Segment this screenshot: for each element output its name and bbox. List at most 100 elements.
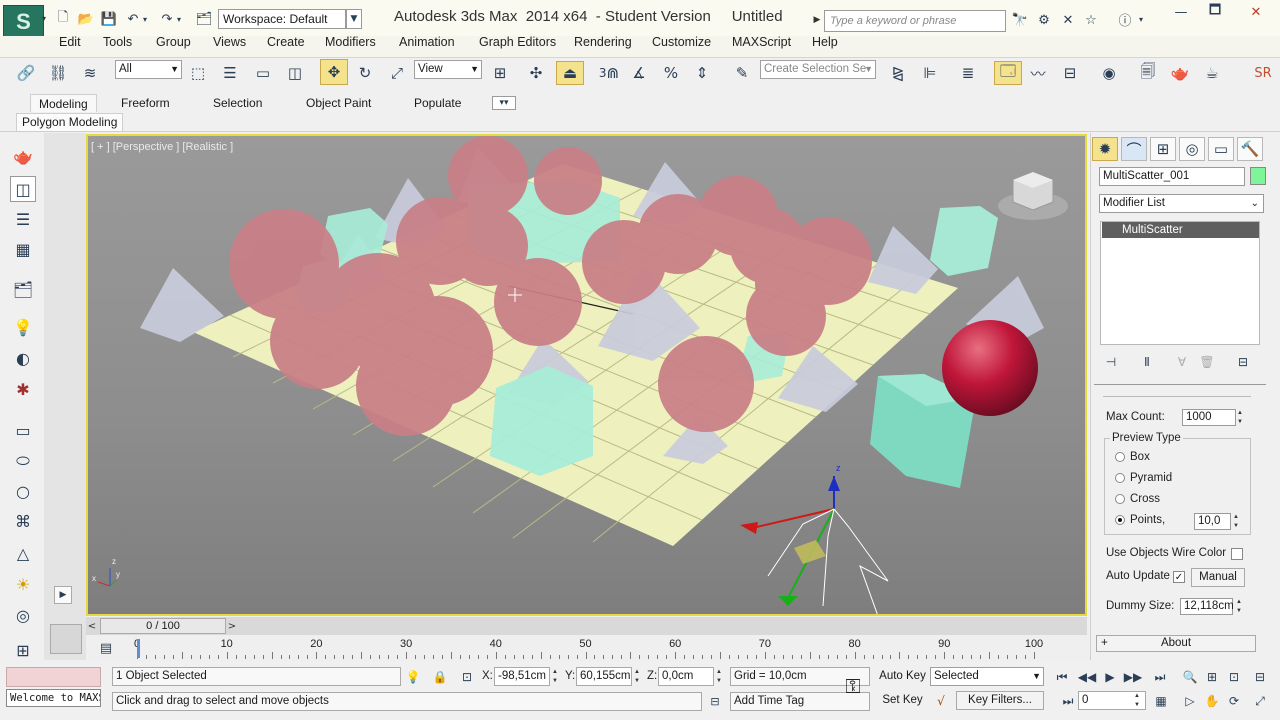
tab-selection[interactable]: Selection <box>205 94 270 112</box>
percent-snap-icon[interactable]: % <box>659 61 683 85</box>
menu-create[interactable]: Create <box>267 36 305 51</box>
select-and-move-icon[interactable]: ✥ <box>320 59 348 85</box>
hierarchy-panel-icon[interactable]: ⊞ <box>1150 137 1176 161</box>
schematic-view-icon[interactable]: ⊟ <box>1058 61 1082 85</box>
show-end-result-icon[interactable]: Ⅱ <box>1137 353 1157 371</box>
maximize-icon[interactable]: 🗖 <box>1200 3 1230 20</box>
zoom-extents-icon[interactable]: ⊡ <box>1224 668 1244 686</box>
favorites-star-icon[interactable]: ☆ <box>1081 12 1101 28</box>
selection-filter-dropdown[interactable]: All ▼ <box>115 60 182 79</box>
camera-sequencer-icon[interactable]: 🗂 <box>10 276 36 302</box>
preview-pyramid-radio[interactable] <box>1115 473 1125 483</box>
create-panel-icon[interactable]: ✹ <box>1092 137 1118 161</box>
select-object-icon[interactable]: ⬚ <box>186 61 210 85</box>
tab-object-paint[interactable]: Object Paint <box>298 94 379 112</box>
open-file-icon[interactable]: 📂 <box>77 11 95 27</box>
tab-modeling[interactable]: Modeling <box>30 94 97 112</box>
view-cube[interactable] <box>998 171 1068 220</box>
named-selection-set-input[interactable]: Create Selection Se ▼ <box>760 60 876 79</box>
light-lister-icon[interactable]: 💡 <box>10 314 36 340</box>
render-production-icon[interactable]: ☕ <box>1200 61 1224 85</box>
maxscript-listener-output[interactable]: Welcome to MAXScript. <box>6 689 101 707</box>
preview-points-radio[interactable] <box>1115 515 1125 525</box>
go-to-end-icon[interactable]: ⏭ <box>1150 668 1170 686</box>
render-effects-icon[interactable]: ✱ <box>10 376 36 402</box>
zoom-extents-all-icon[interactable]: ⊟ <box>1250 668 1270 686</box>
pin-stack-icon[interactable]: ⊣ <box>1101 353 1121 371</box>
omni-light-icon[interactable]: ◎ <box>10 602 36 628</box>
object-name-field[interactable]: MultiScatter_001 <box>1099 167 1245 186</box>
workspace-dropdown-icon[interactable]: ▼ <box>346 9 362 29</box>
close-icon[interactable]: ✕ <box>1238 4 1274 20</box>
edit-named-selection-icon[interactable]: ✎ <box>730 61 754 85</box>
bind-space-warp-icon[interactable]: ≋ <box>78 61 102 85</box>
spreadsheet-icon[interactable]: ▦ <box>10 236 36 262</box>
binoculars-icon[interactable]: 🔭 <box>1010 12 1030 28</box>
app-logo-button[interactable]: S <box>3 5 44 38</box>
points-size-spinner[interactable]: ▲ ▼ <box>1233 513 1243 531</box>
undo-icon[interactable]: ↶ <box>124 11 142 27</box>
new-file-icon[interactable]: 🗋 <box>54 10 72 27</box>
current-frame-marker[interactable] <box>137 639 140 658</box>
box-primitive-icon[interactable]: ▭ <box>10 417 36 443</box>
max-count-input[interactable]: 1000 <box>1182 409 1236 426</box>
time-slider-thumb[interactable]: 0 / 100 <box>100 618 226 634</box>
manipulate-icon[interactable]: ✣ <box>524 61 548 85</box>
menu-group[interactable]: Group <box>156 36 191 51</box>
menu-customize[interactable]: Customize <box>652 36 711 51</box>
tab-populate[interactable]: Populate <box>406 94 469 112</box>
keyboard-shortcut-override-icon[interactable]: ⏏ <box>556 61 584 85</box>
key-mode-dropdown[interactable]: Selected ▼ <box>930 667 1044 686</box>
material-editor-icon[interactable]: ◉ <box>1097 61 1121 85</box>
points-size-input[interactable]: 10,0 <box>1194 513 1231 530</box>
zoom-all-icon[interactable]: ⊞ <box>1202 668 1222 686</box>
help-dropdown-icon[interactable]: ▾ <box>1137 11 1145 27</box>
rendered-frame-window-icon[interactable]: 🫖 <box>1168 61 1192 85</box>
align-icon[interactable]: ⊫ <box>918 61 942 85</box>
isolate-selection-icon[interactable]: 💡 <box>404 667 422 686</box>
expand-panel-icon[interactable]: ▶ <box>54 586 72 604</box>
ribbon-options-dropdown-icon[interactable]: ▾▾ <box>492 96 516 110</box>
maxscript-listener-input[interactable] <box>6 667 101 687</box>
communication-center-icon[interactable]: ⚙ <box>1034 12 1054 28</box>
select-and-scale-icon[interactable]: ⤢ <box>385 61 409 85</box>
cut-off-toolbar-icon[interactable]: SR <box>1248 61 1278 85</box>
previous-frame-icon[interactable]: ◀◀ <box>1077 668 1097 686</box>
go-to-start-icon[interactable]: ⏮ <box>1052 668 1072 686</box>
viewport-label[interactable]: [ + ] [Perspective ] [Realistic ] <box>91 141 233 153</box>
move-gizmo[interactable] <box>740 476 889 616</box>
exchange-icon[interactable]: ✕ <box>1058 12 1078 28</box>
sphere-primitive-icon[interactable]: ○ <box>10 478 36 504</box>
display-panel-icon[interactable]: ▭ <box>1208 137 1234 161</box>
grid-helper-icon[interactable]: ⊞ <box>10 637 36 663</box>
absolute-mode-icon[interactable]: ⊡ <box>458 667 476 686</box>
polygon-modeling-panel[interactable]: Polygon Modeling <box>16 113 124 132</box>
spinner-snap-icon[interactable]: ⇕ <box>690 61 714 85</box>
selection-lock-icon[interactable]: 🔒 <box>432 667 448 686</box>
time-slider-prev-icon[interactable]: < <box>86 618 98 634</box>
modify-panel-icon[interactable]: ⌒ <box>1121 137 1147 161</box>
infocenter-search-input[interactable]: Type a keyword or phrase <box>824 10 1006 32</box>
z-coord-spinner[interactable]: ▲ ▼ <box>716 668 726 686</box>
help-icon[interactable]: ⓘ <box>1114 11 1136 29</box>
pivot-point-icon[interactable]: ⊞ <box>488 61 512 85</box>
about-rollout-button[interactable]: + About <box>1096 635 1256 652</box>
manual-update-button[interactable]: Manual <box>1191 568 1245 587</box>
workspace-selector[interactable]: Workspace: Default <box>218 9 346 29</box>
select-by-name-icon[interactable]: ☰ <box>218 61 242 85</box>
menu-edit[interactable]: Edit <box>59 36 81 51</box>
field-of-view-icon[interactable]: ▷ <box>1180 692 1200 710</box>
menu-graph-editors[interactable]: Graph Editors <box>479 36 556 51</box>
menu-rendering[interactable]: Rendering <box>574 36 632 51</box>
layer-manager-icon[interactable]: ≣ <box>956 61 980 85</box>
key-filters-button[interactable]: Key Filters... <box>956 691 1044 710</box>
project-folder-icon[interactable]: 🗂 <box>195 11 213 27</box>
infocenter-expand-icon[interactable]: ▶ <box>812 12 822 28</box>
set-key-icon[interactable]: ⚿ <box>838 674 868 698</box>
auto-key-button[interactable]: Auto Key <box>877 667 928 686</box>
cone-primitive-icon[interactable]: △ <box>10 540 36 566</box>
mirror-icon[interactable]: ⧎ <box>886 61 910 85</box>
configure-modifier-sets-icon[interactable]: ⊟ <box>1233 353 1253 371</box>
dummy-size-spinner[interactable]: ▲ ▼ <box>1236 598 1246 616</box>
unlink-icon[interactable]: ⛓ <box>46 61 70 85</box>
